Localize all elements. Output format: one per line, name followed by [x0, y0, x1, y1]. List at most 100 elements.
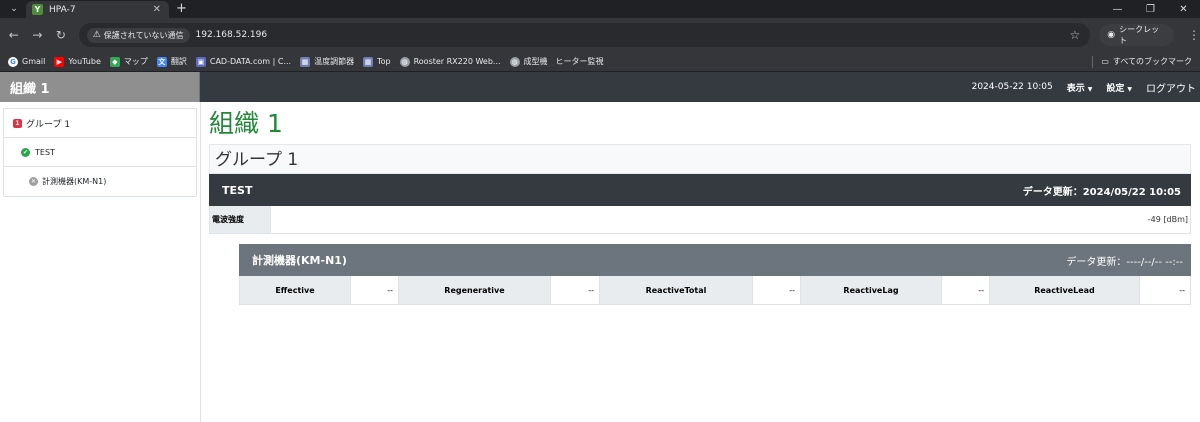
- incognito-button[interactable]: ◉ シークレット: [1099, 24, 1174, 46]
- translate-icon: 文: [156, 56, 167, 67]
- folder-icon: ▭: [1101, 57, 1109, 66]
- brand-title[interactable]: 組織 1: [0, 72, 200, 102]
- caret-down-icon: ▼: [1127, 85, 1132, 93]
- bookmark-label: Top: [377, 57, 391, 66]
- bookmark-youtube[interactable]: ▶ YouTube: [54, 56, 101, 67]
- window-controls: — ❐ ✕: [1101, 0, 1200, 18]
- sub-device-updated: データ更新：----/--/-- --:--: [1066, 256, 1183, 268]
- globe-icon: ◍: [509, 56, 520, 67]
- maps-icon: ◆: [109, 56, 120, 67]
- sidebar-tree: 1 グループ 1 ✔ TEST ✕ 計測機器(KM-N1): [3, 108, 197, 197]
- bookmark-label: YouTube: [68, 57, 101, 66]
- effective-label: Effective: [240, 276, 351, 304]
- page-title: 組織 1: [209, 109, 283, 138]
- bookmark-label: 温度調節器: [314, 57, 355, 66]
- cad-data-icon: ▣: [195, 56, 206, 67]
- tab-title: HPA-7: [49, 4, 76, 15]
- security-label: 保護されていない通信: [103, 30, 184, 40]
- bookmark-label: CAD-DATA.com | C...: [209, 57, 292, 66]
- bookmark-translate[interactable]: 文翻訳: [156, 56, 187, 67]
- sidebar: 1 グループ 1 ✔ TEST ✕ 計測機器(KM-N1): [0, 102, 201, 422]
- reactive-total-label: ReactiveTotal: [600, 276, 753, 304]
- view-menu-label: 表示: [1066, 83, 1085, 94]
- browser-tab-strip: ⌄ Y HPA-7 ✕ + — ❐ ✕: [0, 0, 1200, 18]
- reactive-lead-value: --: [1179, 285, 1185, 295]
- divider: [1092, 55, 1094, 68]
- device-name: TEST: [222, 183, 253, 197]
- minimize-icon[interactable]: —: [1101, 0, 1134, 18]
- forward-icon[interactable]: →: [26, 28, 50, 42]
- close-window-icon[interactable]: ✕: [1167, 0, 1200, 18]
- signal-strength-value: -49 [dBm]: [1147, 215, 1188, 224]
- reactive-lag-label: ReactiveLag: [801, 276, 942, 304]
- sidebar-item-label: 計測機器(KM-N1): [42, 177, 107, 186]
- sidebar-item-label: グループ 1: [26, 119, 71, 130]
- bookmark-temp-controller[interactable]: ▦ 温度調節器: [300, 56, 354, 67]
- bookmark-label: 成型機 ヒーター監視: [523, 57, 604, 66]
- bookmark-label: Rooster RX220 Web...: [413, 57, 501, 66]
- address-toolbar: ← → ↻ ⚠ 保護されていない通信 192.168.52.196 ☆ ◉ シー…: [0, 18, 1200, 52]
- bookmarks-bar: G Gmail ▶ YouTube ◆ マップ 文翻訳 ▣ CAD-DATA.com |…: [0, 52, 1200, 72]
- device-updated: データ更新：2024/05/22 10:05: [1022, 186, 1181, 198]
- warning-icon: ⚠: [92, 30, 101, 40]
- regenerative-value: --: [551, 276, 600, 304]
- green-check-icon: ✔: [21, 147, 30, 157]
- bookmark-label: Gmail: [22, 57, 46, 66]
- reload-icon[interactable]: ↻: [49, 28, 73, 42]
- back-icon[interactable]: ←: [2, 28, 26, 42]
- view-menu[interactable]: 表示 ▼: [1067, 81, 1093, 94]
- caret-down-icon: ▼: [1087, 85, 1093, 93]
- sidebar-item-label: TEST: [35, 147, 55, 157]
- bookmark-label: マップ: [123, 57, 148, 66]
- youtube-icon: ▶: [54, 56, 65, 67]
- main-content: 組織 1 グループ 1 TEST データ更新：2024/05/22 10:05 …: [201, 102, 1200, 422]
- incognito-icon: ◉: [1107, 30, 1116, 40]
- bookmark-maps[interactable]: ◆ マップ: [109, 56, 148, 67]
- bookmark-heater-monitor[interactable]: ◍ 成型機 ヒーター監視: [509, 56, 604, 67]
- device-header: TEST データ更新：2024/05/22 10:05: [209, 174, 1191, 206]
- google-icon: G: [8, 56, 18, 67]
- tab-search-icon[interactable]: ⌄: [6, 2, 22, 16]
- restore-icon[interactable]: ❐: [1134, 0, 1167, 18]
- sidebar-item-test[interactable]: ✔ TEST: [4, 138, 196, 167]
- sidebar-item-km-n1[interactable]: ✕ 計測機器(KM-N1): [4, 167, 196, 196]
- signal-strength-row: 電波強度 -49 [dBm]: [209, 206, 1191, 234]
- url-text[interactable]: 192.168.52.196: [196, 30, 268, 40]
- red-badge-icon: 1: [13, 118, 22, 128]
- browser-menu-icon[interactable]: ⋮: [1188, 28, 1200, 42]
- all-bookmarks-label: すべてのブックマーク: [1112, 57, 1192, 66]
- omnibox[interactable]: ⚠ 保護されていない通信 192.168.52.196 ☆: [78, 23, 1091, 47]
- security-chip[interactable]: ⚠ 保護されていない通信: [86, 27, 190, 43]
- top-icon: ▦: [363, 56, 374, 67]
- bookmark-star-icon[interactable]: ☆: [1069, 28, 1080, 42]
- sub-device-header: 計測機器(KM-N1) データ更新：----/--/-- --:--: [239, 244, 1191, 276]
- current-datetime: 2024-05-22 10:05: [971, 82, 1053, 92]
- settings-menu-label: 設定: [1106, 83, 1125, 94]
- bookmark-label: 翻訳: [170, 57, 187, 66]
- site-favicon-icon: Y: [32, 4, 43, 15]
- bookmark-cad-data[interactable]: ▣ CAD-DATA.com | C...: [195, 56, 292, 67]
- sub-device-panel: 計測機器(KM-N1) データ更新：----/--/-- --:-- Effec…: [239, 244, 1191, 305]
- bookmark-top[interactable]: ▦ Top: [363, 56, 391, 67]
- reactive-lead-label: ReactiveLead: [990, 276, 1140, 304]
- logout-link[interactable]: ログアウト: [1146, 80, 1196, 95]
- all-bookmarks[interactable]: ▭ すべてのブックマーク: [1092, 55, 1192, 68]
- sub-device-name: 計測機器(KM-N1): [252, 254, 347, 267]
- tab-close-icon[interactable]: ✕: [153, 4, 161, 15]
- settings-menu[interactable]: 設定 ▼: [1106, 81, 1132, 94]
- bookmark-rooster[interactable]: ◍ Rooster RX220 Web...: [399, 56, 501, 67]
- globe-icon: ◍: [399, 56, 410, 67]
- sidebar-item-group-1[interactable]: 1 グループ 1: [4, 109, 196, 138]
- browser-tab[interactable]: Y HPA-7 ✕: [26, 1, 169, 18]
- regenerative-label: Regenerative: [399, 276, 551, 304]
- measurement-row: Effective -- Regenerative -- ReactiveTot…: [239, 276, 1191, 305]
- signal-strength-label: 電波強度: [210, 206, 271, 233]
- effective-value: --: [351, 276, 399, 304]
- bookmark-gmail[interactable]: G Gmail: [8, 56, 46, 67]
- reactive-total-value: --: [753, 276, 801, 304]
- new-tab-icon[interactable]: +: [176, 1, 187, 16]
- group-heading: グループ 1: [209, 144, 1191, 174]
- app-navbar: 組織 1 2024-05-22 10:05 表示 ▼ 設定 ▼ ログアウト: [0, 72, 1200, 102]
- incognito-label: シークレット: [1119, 25, 1160, 45]
- reactive-lag-value: --: [942, 276, 990, 304]
